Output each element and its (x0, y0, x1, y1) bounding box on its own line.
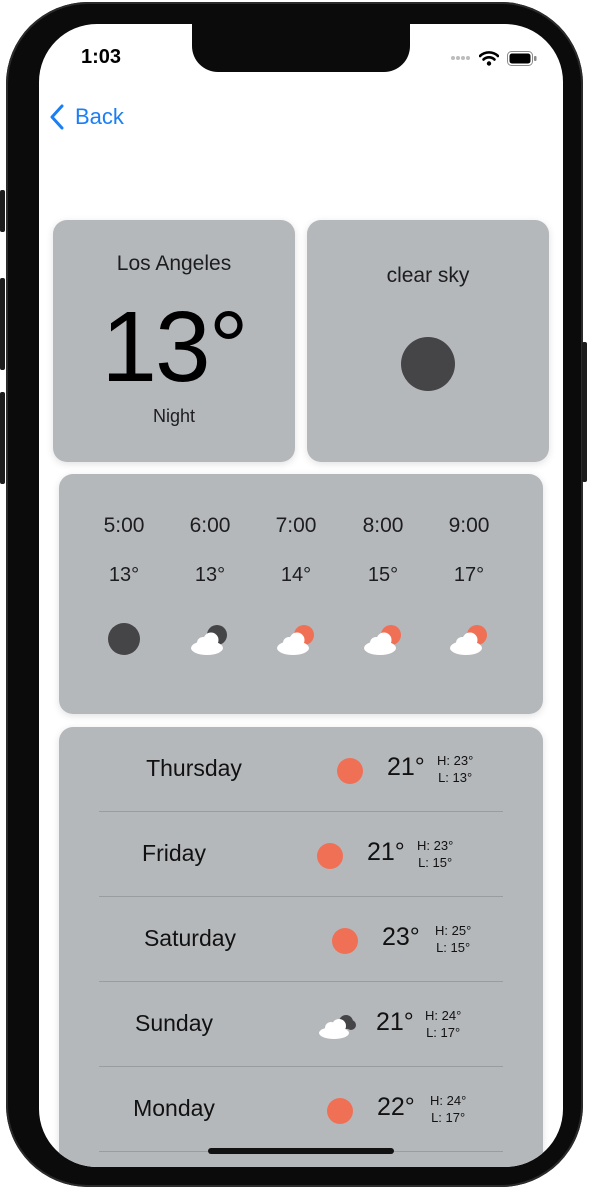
city-name: Los Angeles (116, 252, 232, 275)
day-name: Friday (142, 840, 206, 866)
day-temperature: 23° (382, 923, 420, 951)
mute-switch (0, 190, 5, 232)
high-low: H: 24° L: 17° (425, 1007, 461, 1041)
power-button (582, 342, 587, 482)
current-temperature: 13° (101, 291, 248, 403)
sun-icon (327, 1098, 353, 1124)
high-low: H: 24° L: 17° (430, 1092, 466, 1126)
low-temp: L: 17° (431, 1110, 466, 1125)
day-name: Sunday (134, 1010, 213, 1036)
day-name: Thursday (146, 755, 242, 781)
sun-icon (337, 758, 363, 784)
high-temp: H: 24° (425, 1008, 462, 1023)
status-icons (451, 50, 537, 66)
hour-temperature: 14° (280, 564, 312, 586)
cloud-moon-icon (191, 625, 227, 655)
condition-text: clear sky (386, 264, 470, 287)
back-button[interactable]: Back (49, 104, 124, 130)
status-time: 1:03 (81, 46, 122, 68)
phone-frame: 1:03 Back Los Angeles 13° Night clear sk… (0, 2, 587, 1187)
day-name: Monday (133, 1095, 215, 1121)
high-low: H: 23° L: 13° (437, 752, 473, 786)
wifi-icon (479, 51, 499, 66)
home-indicator[interactable] (208, 1148, 394, 1154)
low-temp: L: 17° (426, 1025, 461, 1040)
daily-forecast-card: Thursday 21° H: 23° L: 13° Friday 21° H:… (59, 727, 543, 1167)
day-temperature: 21° (367, 838, 405, 866)
day-temperature: 21° (387, 753, 425, 781)
sun-icon (332, 928, 358, 954)
high-temp: H: 23° (417, 838, 454, 853)
hour-time: 8:00 (362, 514, 404, 537)
back-label: Back (75, 104, 124, 129)
daily-row: Friday 21° H: 23° L: 15° (99, 812, 503, 897)
high-temp: H: 25° (435, 923, 472, 938)
hourly-forecast-card: 5:00 13° 6:00 13° 7:00 14° 8:00 15° 9:00… (59, 474, 543, 714)
hour-temperature: 13° (194, 564, 226, 586)
sun-icon (317, 843, 343, 869)
hour-time: 5:00 (103, 514, 145, 537)
high-temp: H: 24° (430, 1093, 467, 1108)
moon-icon (401, 337, 455, 391)
clouds-icon (319, 1015, 356, 1039)
day-temperature: 21° (376, 1008, 414, 1036)
screen: 1:03 Back Los Angeles 13° Night clear sk… (39, 24, 563, 1167)
cloud-sun-icon (364, 625, 401, 655)
hour-temperature: 13° (108, 564, 140, 586)
moon-icon (108, 623, 140, 655)
cloud-sun-icon (450, 625, 487, 655)
high-low: H: 23° L: 15° (417, 837, 453, 871)
chevron-left-icon (50, 104, 64, 130)
day-name: Saturday (143, 925, 237, 951)
low-temp: L: 15° (418, 855, 453, 870)
day-temperature: 22° (377, 1093, 415, 1121)
daily-row: Sunday 21° H: 24° L: 17° (99, 982, 503, 1067)
battery-icon (507, 50, 537, 66)
low-temp: L: 15° (436, 940, 471, 955)
volume-down-button (0, 392, 5, 484)
daily-row: Monday 22° H: 24° L: 17° (99, 1067, 503, 1152)
daily-row: Thursday 21° H: 23° L: 13° (99, 727, 503, 812)
hour-time: 9:00 (448, 514, 490, 537)
current-weather-card: Los Angeles 13° Night (53, 220, 295, 462)
low-temp: L: 13° (438, 770, 473, 785)
signal-icon (451, 56, 470, 60)
daily-row: Saturday 23° H: 25° L: 15° (99, 897, 503, 982)
hour-time: 6:00 (189, 514, 231, 537)
high-low: H: 25° L: 15° (435, 922, 471, 956)
hour-temperature: 15° (367, 564, 399, 586)
day-period: Night (152, 406, 196, 426)
volume-up-button (0, 278, 5, 370)
cloud-sun-icon (277, 625, 314, 655)
condition-card: clear sky (307, 220, 549, 462)
hour-time: 7:00 (275, 514, 317, 537)
hour-temperature: 17° (453, 564, 485, 586)
high-temp: H: 23° (437, 753, 474, 768)
notch (192, 24, 410, 72)
